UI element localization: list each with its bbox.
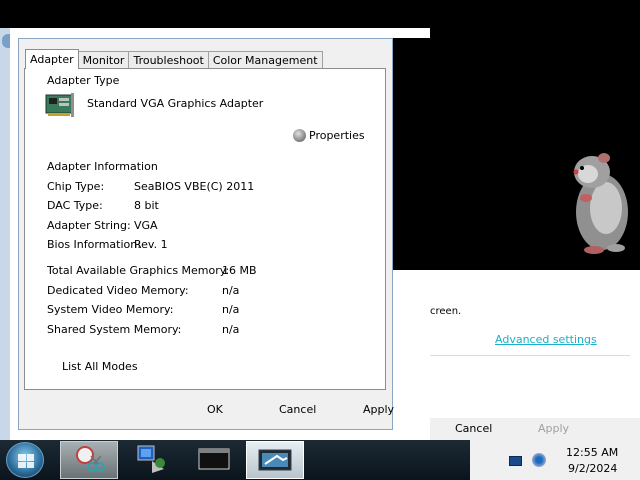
tab-color-management[interactable]: Color Management	[207, 51, 323, 69]
dac-type-label: DAC Type:	[47, 199, 103, 212]
adapter-string-value: VGA	[134, 219, 158, 232]
adapter-type-heading: Adapter Type	[47, 74, 120, 87]
windows-logo-icon	[18, 454, 34, 468]
apply-button[interactable]: Apply	[363, 403, 394, 416]
network-monitor-icon	[137, 445, 165, 473]
properties-button[interactable]: Properties	[293, 129, 365, 142]
taskbar-display-settings[interactable]	[246, 441, 304, 479]
total-memory-value: 16 MB	[222, 264, 257, 277]
tab-adapter[interactable]: Adapter	[25, 49, 79, 69]
background-window-edge	[0, 28, 10, 440]
taskbar-snipping-tool[interactable]	[60, 441, 118, 479]
tab-strip: Adapter Monitor Troubleshoot Color Manag…	[25, 49, 323, 69]
network-tray-icon[interactable]	[509, 456, 522, 466]
adapter-name: Standard VGA Graphics Adapter	[87, 97, 264, 110]
chip-type-value: SeaBIOS VBE(C) 2011	[134, 180, 255, 193]
hamster-mascot-image	[573, 153, 628, 254]
clock-time[interactable]: 12:55 AM	[566, 446, 618, 459]
adapter-info-heading: Adapter Information	[47, 160, 158, 173]
system-memory-label: System Video Memory:	[47, 303, 174, 316]
bios-info-label: Bios Information:	[47, 238, 141, 251]
background-window-visible-area: creen. Advanced settings	[393, 270, 640, 440]
taskbar-terminal[interactable]	[186, 441, 244, 479]
background-orb-icon	[2, 34, 10, 48]
advanced-settings-link[interactable]: Advanced settings	[495, 333, 597, 346]
list-all-modes-button[interactable]: List All Modes	[62, 360, 138, 373]
dedicated-memory-value: n/a	[222, 284, 240, 297]
background-button-row: Cancel Apply	[430, 418, 640, 440]
taskbar: 12:55 AM 9/2/2024	[0, 440, 640, 480]
desktop-background	[393, 38, 430, 270]
dac-type-value: 8 bit	[134, 199, 159, 212]
start-button[interactable]	[6, 442, 44, 478]
shared-memory-label: Shared System Memory:	[47, 323, 182, 336]
adapter-string-label: Adapter String:	[47, 219, 131, 232]
properties-label: Properties	[309, 129, 365, 142]
adapter-tab-panel: Adapter Type Standard VGA Graphics Adapt…	[24, 68, 386, 390]
divider	[430, 355, 630, 356]
background-partial-text: creen.	[430, 306, 462, 317]
terminal-icon	[198, 448, 230, 470]
clock-date[interactable]: 9/2/2024	[568, 462, 617, 475]
total-memory-label: Total Available Graphics Memory:	[47, 264, 230, 277]
ok-button[interactable]: OK	[207, 403, 223, 416]
adapter-properties-dialog: Adapter Monitor Troubleshoot Color Manag…	[18, 38, 394, 430]
tab-monitor[interactable]: Monitor	[77, 51, 130, 69]
system-memory-value: n/a	[222, 303, 240, 316]
background-apply-button[interactable]: Apply	[538, 422, 569, 435]
cancel-button[interactable]: Cancel	[279, 403, 316, 416]
properties-shield-icon	[293, 129, 306, 142]
tab-troubleshoot[interactable]: Troubleshoot	[128, 51, 209, 69]
bios-info-value: Rev. 1	[134, 238, 168, 251]
background-cancel-button[interactable]: Cancel	[455, 422, 492, 435]
shared-memory-value: n/a	[222, 323, 240, 336]
display-settings-icon	[258, 449, 292, 471]
chip-type-label: Chip Type:	[47, 180, 105, 193]
graphics-card-icon	[45, 93, 74, 117]
scissors-icon	[76, 446, 105, 472]
taskbar-network-app[interactable]	[124, 441, 182, 479]
system-tray: 12:55 AM 9/2/2024	[470, 440, 640, 480]
volume-tray-icon[interactable]	[532, 453, 546, 467]
dedicated-memory-label: Dedicated Video Memory:	[47, 284, 189, 297]
